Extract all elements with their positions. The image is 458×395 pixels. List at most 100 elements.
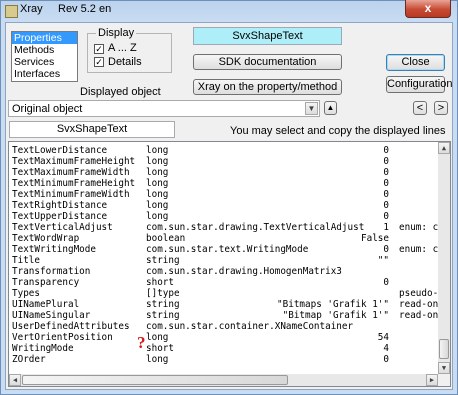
table-row[interactable]: TextRightDistance long 0: [9, 200, 449, 211]
property-value: 0: [383, 244, 389, 255]
details-checkbox[interactable]: ✓: [94, 57, 104, 67]
horizontal-scroll-thumb[interactable]: [22, 375, 288, 385]
property-extra: enum: c: [399, 222, 439, 233]
combo-dropdown-button[interactable]: ▼: [305, 102, 318, 115]
go-up-button[interactable]: ▲: [324, 101, 337, 115]
property-listing[interactable]: TextLowerDistance long 0 TextMaximumFrameHe…: [8, 141, 451, 387]
configuration-label: Configuration: [387, 78, 453, 90]
horizontal-scrollbar[interactable]: ◀ ▶: [9, 374, 438, 386]
property-type: long: [146, 156, 169, 167]
property-value: 0: [383, 167, 389, 178]
property-type: com.sun.star.container.XNameContainer: [146, 321, 354, 332]
property-type: long: [146, 332, 169, 343]
table-row[interactable]: UINamePlural string "Bitmaps 'Grafik 1'" re…: [9, 299, 449, 310]
table-row[interactable]: TextMinimumFrameWidth long 0: [9, 189, 449, 200]
table-row[interactable]: VertOrientPosition long 54: [9, 332, 449, 343]
scroll-up-arrow-icon[interactable]: ▲: [438, 142, 450, 154]
property-name: TextVerticalAdjust: [12, 222, 113, 233]
property-name: TextMaximumFrameHeight: [12, 156, 136, 167]
window-version: Rev 5.2 en: [58, 3, 112, 15]
property-type: boolean: [146, 233, 186, 244]
table-row[interactable]: ZOrder long 0: [9, 354, 449, 365]
table-row[interactable]: Title string "": [9, 255, 449, 266]
table-row[interactable]: TextVerticalAdjust com.sun.star.drawing.T…: [9, 222, 449, 233]
close-label: Close: [401, 56, 430, 68]
property-type: []type: [146, 288, 180, 299]
chevron-left-icon: <: [416, 102, 424, 114]
property-value: 54: [377, 332, 389, 343]
table-row[interactable]: TextMinimumFrameHeight long 0: [9, 178, 449, 189]
mode-item-properties[interactable]: Properties: [12, 32, 77, 44]
property-name: TextRightDistance: [12, 200, 108, 211]
property-type: string: [146, 299, 180, 310]
property-type: long: [146, 211, 169, 222]
title-bar[interactable]: Xray Rev 5.2 en x: [0, 0, 458, 22]
object-combo-value: Original object: [12, 103, 83, 115]
property-extra: read-on: [399, 299, 439, 310]
app-icon: [5, 5, 18, 18]
property-name: UserDefinedAttributes: [12, 321, 130, 332]
display-group-title: Display: [96, 27, 137, 39]
property-name: TextUpperDistance: [12, 211, 108, 222]
scrollbar-corner: [438, 374, 450, 386]
configuration-button[interactable]: Configuration: [386, 76, 452, 93]
table-row[interactable]: WritingMode short 4: [9, 343, 449, 354]
scroll-right-arrow-icon[interactable]: ▶: [426, 374, 438, 386]
nav-next-button[interactable]: >: [434, 101, 448, 115]
property-value: 0: [383, 145, 389, 156]
nav-prev-button[interactable]: <: [413, 101, 427, 115]
property-name: Types: [12, 288, 40, 299]
object-name-field[interactable]: SvxShapeText: [9, 121, 175, 138]
table-row[interactable]: TextLowerDistance long 0: [9, 145, 449, 156]
table-row[interactable]: UserDefinedAttributes com.sun.star.contai…: [9, 321, 449, 332]
property-value: "Bitmaps 'Grafik 1'": [277, 299, 389, 310]
table-row[interactable]: TextMaximumFrameHeight long 0: [9, 156, 449, 167]
table-row[interactable]: Transparency short 0: [9, 277, 449, 288]
scroll-left-arrow-icon[interactable]: ◀: [9, 374, 21, 386]
vertical-scrollbar[interactable]: ▲ ▼: [438, 142, 450, 374]
property-value: "": [377, 255, 389, 266]
property-value: 0: [383, 178, 389, 189]
property-type: string: [146, 310, 180, 321]
copy-hint: You may select and copy the displayed li…: [230, 125, 446, 137]
table-row[interactable]: TextWordWrap boolean False: [9, 233, 449, 244]
property-name: Transparency: [12, 277, 80, 288]
property-type: long: [146, 167, 169, 178]
property-value: 0: [383, 354, 389, 365]
property-extra: enum: c: [399, 244, 439, 255]
property-name: TextMinimumFrameHeight: [12, 178, 136, 189]
close-button[interactable]: Close: [386, 54, 445, 71]
property-name: Title: [12, 255, 40, 266]
window-close-button[interactable]: x: [405, 0, 451, 18]
property-type: short: [146, 343, 174, 354]
property-value: 0: [383, 189, 389, 200]
property-value: 0: [383, 211, 389, 222]
table-row[interactable]: TextUpperDistance long 0: [9, 211, 449, 222]
table-row[interactable]: Types []type pseudo-p: [9, 288, 449, 299]
scroll-down-arrow-icon[interactable]: ▼: [438, 362, 450, 374]
mode-item-services[interactable]: Services: [12, 56, 77, 68]
table-row[interactable]: TextWritingMode com.sun.star.text.Writing…: [9, 244, 449, 255]
property-name: TextMaximumFrameWidth: [12, 167, 130, 178]
object-name-value: SvxShapeText: [56, 123, 128, 135]
property-value: 0: [383, 277, 389, 288]
vertical-scroll-thumb[interactable]: [439, 339, 449, 359]
table-row[interactable]: TextMaximumFrameWidth long 0: [9, 167, 449, 178]
property-name: TextWordWrap: [12, 233, 80, 244]
displayed-object-label: Displayed object: [80, 86, 161, 98]
property-type: com.sun.star.drawing.HomogenMatrix3: [146, 266, 342, 277]
object-combo[interactable]: Original object ▼: [8, 100, 320, 117]
mode-list[interactable]: Properties Methods Services Interfaces: [11, 31, 78, 82]
property-type: string: [146, 255, 180, 266]
table-row[interactable]: Transformation com.sun.star.drawing.Homog…: [9, 266, 449, 277]
property-type: long: [146, 178, 169, 189]
mode-item-methods[interactable]: Methods: [12, 44, 77, 56]
property-name: Transformation: [12, 266, 91, 277]
property-value: "Bitmap 'Grafik 1'": [282, 310, 389, 321]
mode-item-interfaces[interactable]: Interfaces: [12, 68, 77, 80]
xray-property-button[interactable]: Xray on the property/method: [193, 79, 342, 95]
sdk-documentation-button[interactable]: SDK documentation: [193, 54, 342, 70]
property-type: long: [146, 200, 169, 211]
table-row[interactable]: UINameSingular string "Bitmap 'Grafik 1'" r…: [9, 310, 449, 321]
sort-checkbox[interactable]: ✓: [94, 44, 104, 54]
